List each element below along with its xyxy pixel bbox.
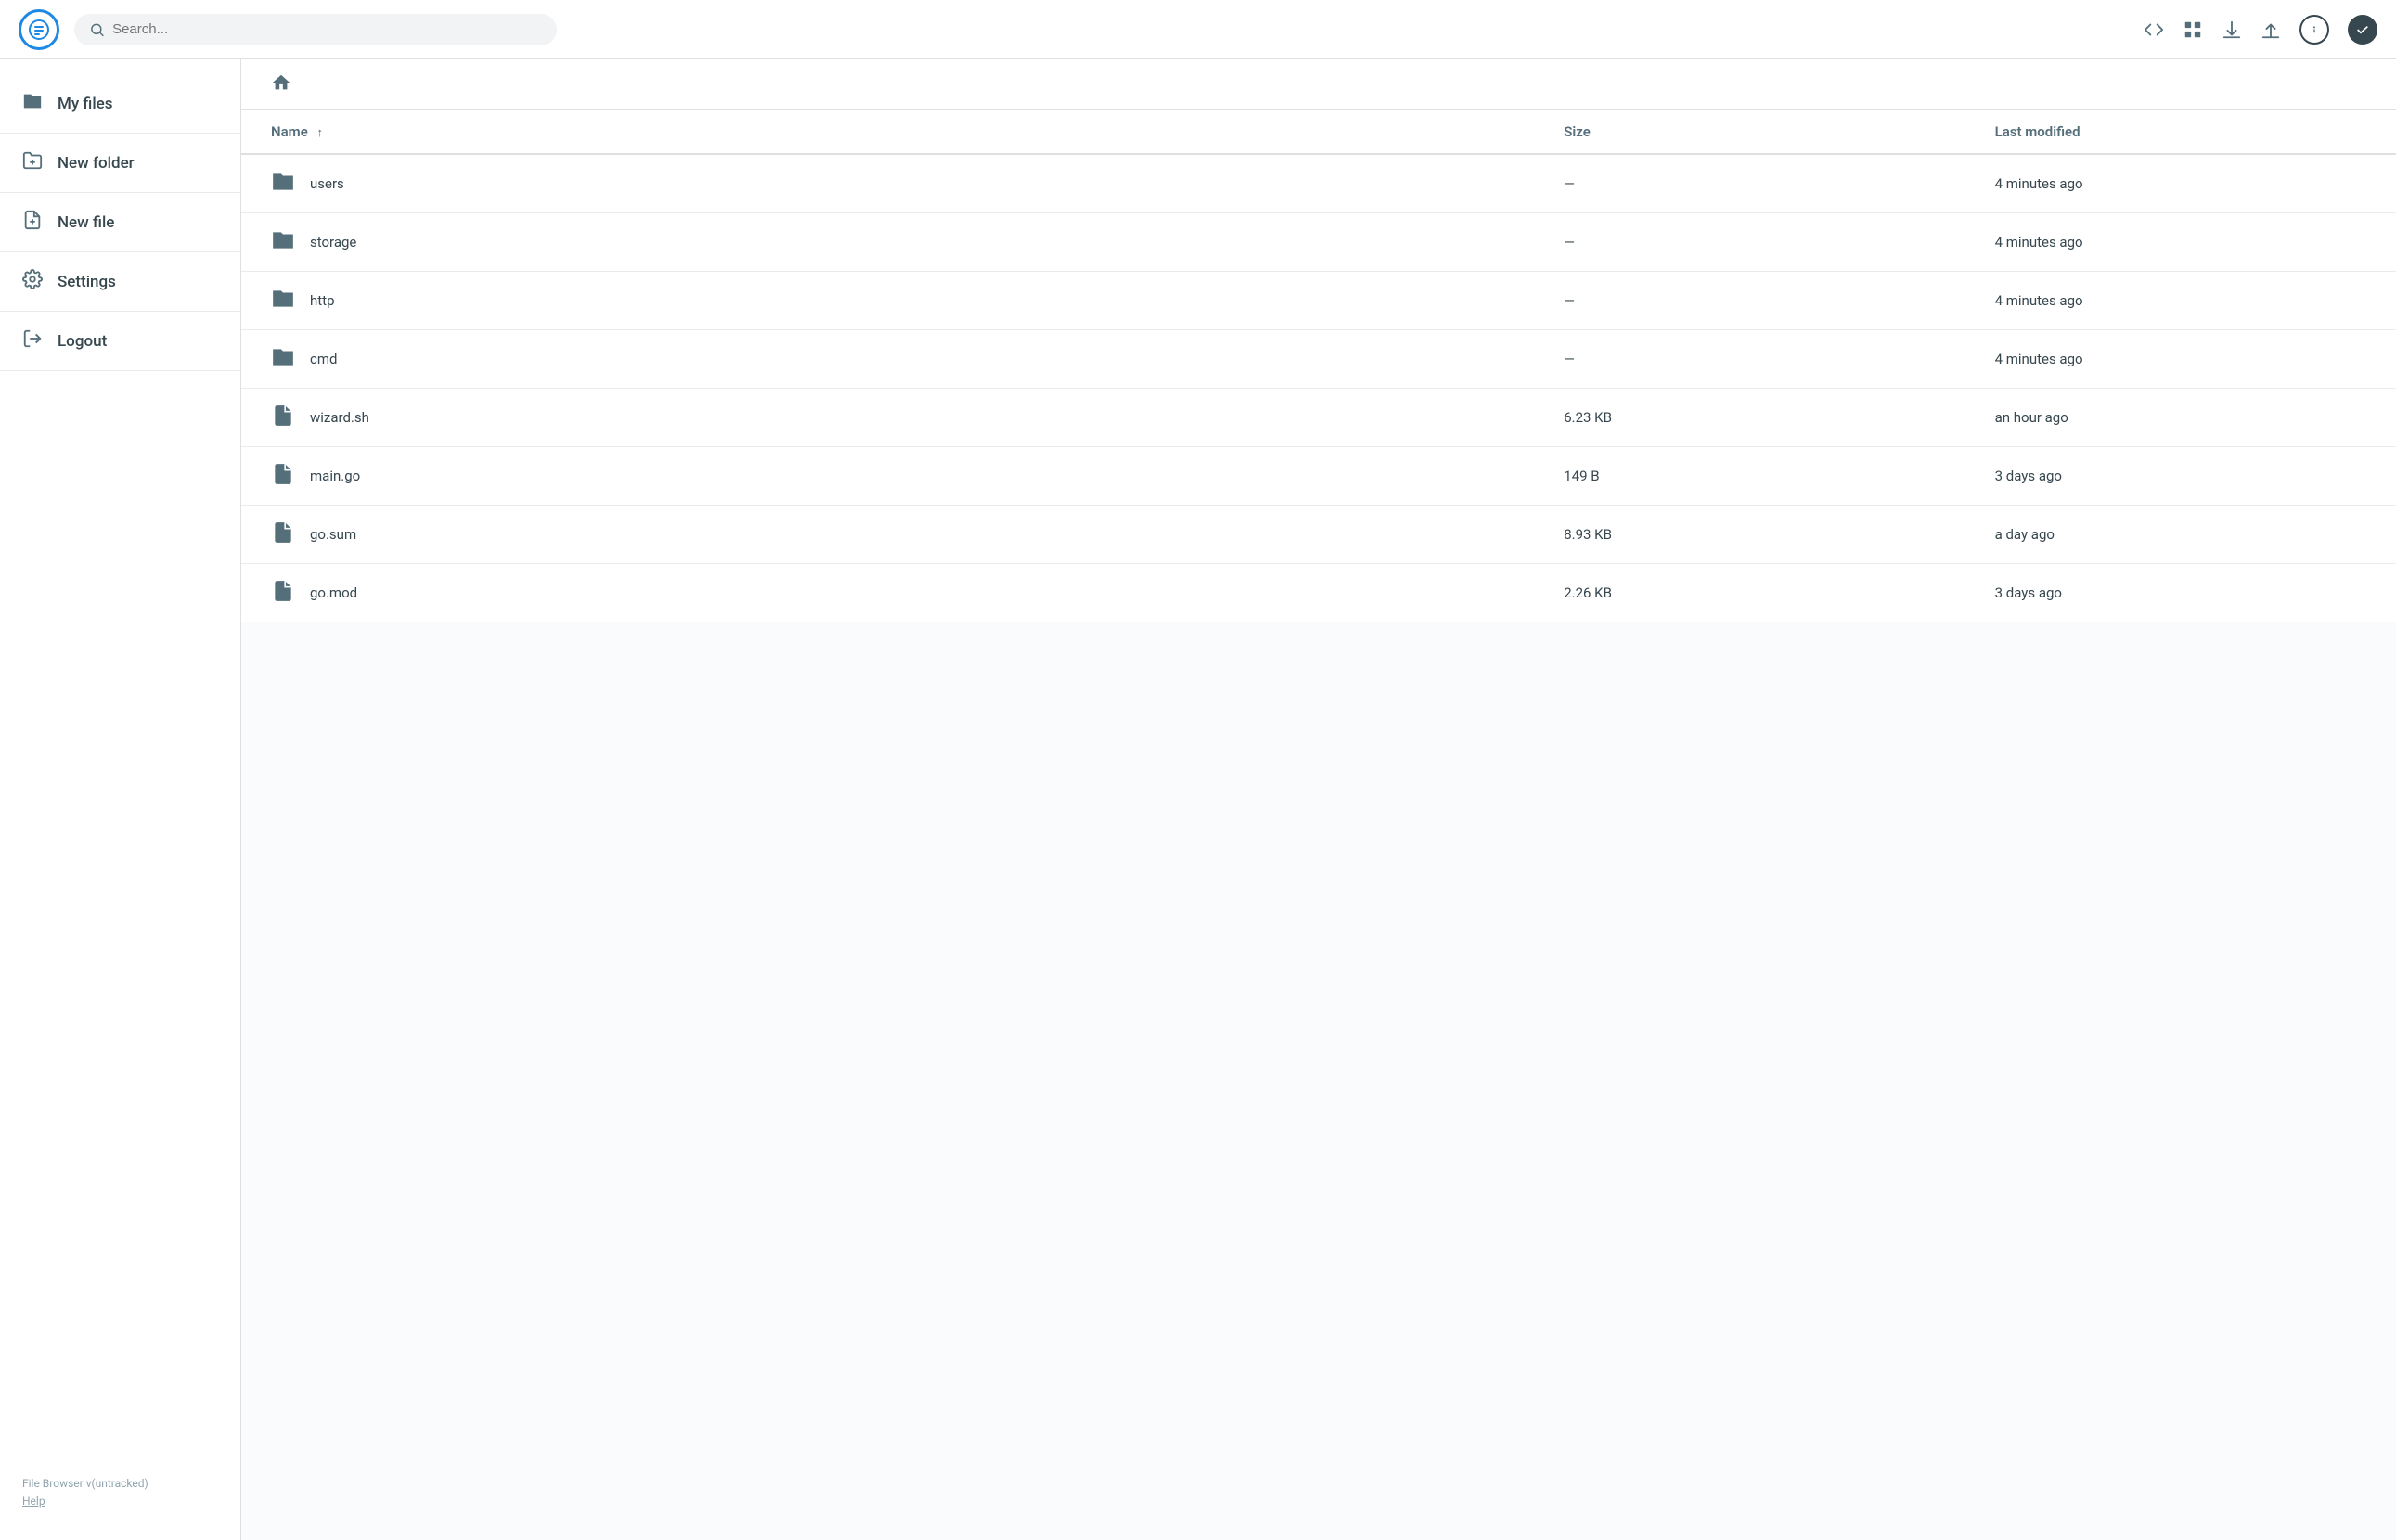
code-icon-button[interactable]	[2144, 19, 2164, 40]
file-name-cell: http	[241, 272, 1534, 330]
file-icon	[271, 520, 295, 548]
file-modified: 4 minutes ago	[1965, 330, 2396, 389]
new-file-icon	[22, 210, 43, 235]
file-modified: 4 minutes ago	[1965, 272, 2396, 330]
sidebar-item-label-settings: Settings	[58, 273, 116, 291]
file-modified: 4 minutes ago	[1965, 213, 2396, 272]
file-name: cmd	[310, 351, 337, 367]
sidebar-item-new-file[interactable]: New file	[0, 193, 240, 252]
column-header-modified[interactable]: Last modified	[1965, 110, 2396, 154]
logout-icon	[22, 328, 43, 353]
search-bar[interactable]	[74, 14, 557, 45]
table-header-row: Name ↑ Size Last modified	[241, 110, 2396, 154]
file-name-cell: users	[241, 154, 1534, 213]
download-button[interactable]	[2222, 19, 2242, 40]
file-table: Name ↑ Size Last modified users	[241, 110, 2396, 622]
file-size: —	[1534, 154, 1964, 213]
folder-icon	[271, 228, 295, 256]
settings-icon	[22, 269, 43, 294]
sidebar-item-label-logout: Logout	[58, 332, 107, 351]
new-folder-icon	[22, 150, 43, 175]
folder-icon	[271, 170, 295, 198]
sort-arrow-icon: ↑	[317, 126, 324, 140]
folder-icon	[271, 345, 295, 373]
column-header-name[interactable]: Name ↑	[241, 110, 1534, 154]
logo-icon	[28, 19, 50, 41]
file-name: go.mod	[310, 584, 357, 601]
file-name: http	[310, 292, 335, 309]
sidebar-item-logout[interactable]: Logout	[0, 312, 240, 371]
sidebar-footer: File Browser v(untracked) Help	[0, 1460, 240, 1525]
file-size: —	[1534, 330, 1964, 389]
file-modified: 4 minutes ago	[1965, 154, 2396, 213]
table-row[interactable]: go.sum 8.93 KB a day ago	[241, 506, 2396, 564]
file-table-body: users — 4 minutes ago storage — 4 minute…	[241, 154, 2396, 622]
sidebar: My files New folder New f	[0, 59, 241, 1540]
version-label: File Browser v(untracked)	[22, 1477, 148, 1490]
info-button[interactable]	[2299, 15, 2329, 45]
file-name: wizard.sh	[310, 409, 369, 426]
table-row[interactable]: storage — 4 minutes ago	[241, 213, 2396, 272]
confirm-button[interactable]	[2348, 15, 2377, 45]
sidebar-item-settings[interactable]: Settings	[0, 252, 240, 312]
file-name-cell: cmd	[241, 330, 1534, 389]
file-name-cell: wizard.sh	[241, 389, 1534, 447]
search-input[interactable]	[112, 21, 542, 37]
main-content: Name ↑ Size Last modified users	[241, 59, 2396, 1540]
layout: My files New folder New f	[0, 59, 2396, 1540]
sidebar-item-new-folder[interactable]: New folder	[0, 134, 240, 193]
file-modified: a day ago	[1965, 506, 2396, 564]
file-icon	[271, 462, 295, 490]
search-icon	[89, 21, 105, 38]
upload-button[interactable]	[2261, 19, 2281, 40]
file-modified: an hour ago	[1965, 389, 2396, 447]
file-name-cell: go.sum	[241, 506, 1534, 564]
file-size: 6.23 KB	[1534, 389, 1964, 447]
sidebar-item-label-new-folder: New folder	[58, 154, 135, 173]
grid-view-button[interactable]	[2183, 19, 2203, 40]
file-size: —	[1534, 272, 1964, 330]
table-row[interactable]: go.mod 2.26 KB 3 days ago	[241, 564, 2396, 622]
file-size: —	[1534, 213, 1964, 272]
header-actions	[2144, 15, 2377, 45]
file-modified: 3 days ago	[1965, 564, 2396, 622]
file-size: 149 B	[1534, 447, 1964, 506]
home-icon	[271, 72, 291, 93]
file-name-cell: go.mod	[241, 564, 1534, 622]
table-row[interactable]: wizard.sh 6.23 KB an hour ago	[241, 389, 2396, 447]
table-row[interactable]: main.go 149 B 3 days ago	[241, 447, 2396, 506]
file-name: users	[310, 175, 344, 192]
logo[interactable]	[19, 9, 59, 50]
sidebar-item-my-files[interactable]: My files	[0, 74, 240, 134]
file-size: 8.93 KB	[1534, 506, 1964, 564]
sidebar-item-label-new-file: New file	[58, 213, 114, 232]
folder-icon	[22, 91, 43, 116]
table-row[interactable]: users — 4 minutes ago	[241, 154, 2396, 213]
header	[0, 0, 2396, 59]
file-name: go.sum	[310, 526, 356, 543]
column-header-size[interactable]: Size	[1534, 110, 1964, 154]
folder-icon	[271, 287, 295, 314]
help-link[interactable]: Help	[22, 1495, 45, 1508]
file-name: storage	[310, 234, 356, 250]
sidebar-item-label-my-files: My files	[58, 95, 113, 113]
file-icon	[271, 579, 295, 607]
file-size: 2.26 KB	[1534, 564, 1964, 622]
table-row[interactable]: http — 4 minutes ago	[241, 272, 2396, 330]
file-modified: 3 days ago	[1965, 447, 2396, 506]
file-name: main.go	[310, 468, 360, 484]
file-name-cell: main.go	[241, 447, 1534, 506]
table-row[interactable]: cmd — 4 minutes ago	[241, 330, 2396, 389]
file-name-cell: storage	[241, 213, 1534, 272]
file-icon	[271, 404, 295, 431]
breadcrumb[interactable]	[241, 59, 2396, 110]
